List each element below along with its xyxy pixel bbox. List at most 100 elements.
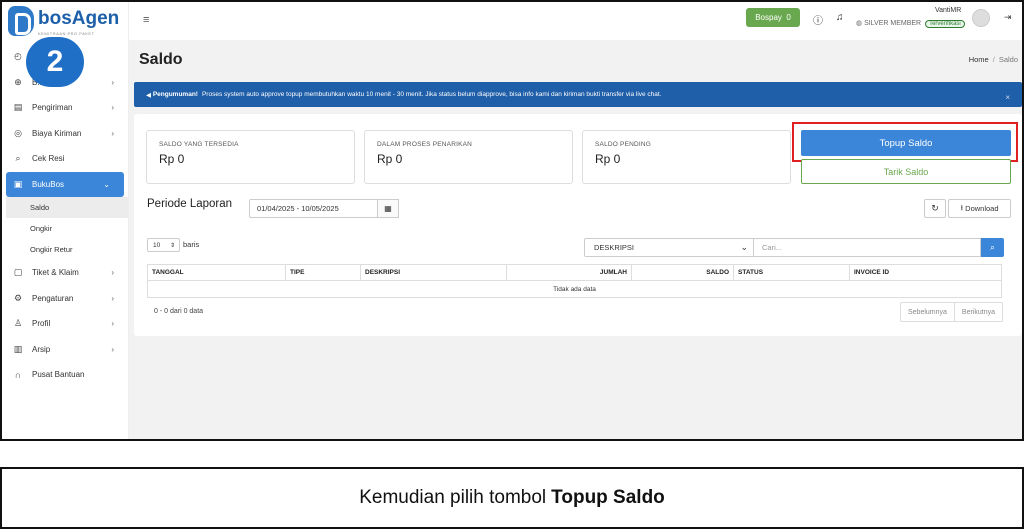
stat-value: Rp 0 bbox=[595, 152, 621, 166]
medal-icon: ◍ bbox=[856, 20, 863, 27]
chevron-right-icon: › bbox=[111, 103, 114, 113]
chevron-right-icon: › bbox=[111, 293, 114, 303]
transactions-table: TANGGAL TIPE DESKRIPSI JUMLAH SALDO STAT… bbox=[147, 264, 1002, 298]
stat-label: SALDO YANG TERSEDIA bbox=[159, 141, 239, 148]
download-button[interactable]: ⭳ Download bbox=[948, 199, 1011, 218]
stat-label: SALDO PENDING bbox=[595, 141, 652, 148]
bell-icon[interactable]: ♫ bbox=[836, 12, 844, 23]
search-input[interactable]: Cari... bbox=[754, 238, 981, 257]
highlight-box bbox=[792, 122, 1018, 162]
dashboard-icon: ◴ bbox=[14, 51, 22, 62]
instruction-caption: Kemudian pilih tombol Topup Saldo bbox=[0, 467, 1024, 529]
chevron-down-icon: ⌄ bbox=[740, 242, 748, 252]
filter-selected: DESKRIPSI bbox=[594, 243, 635, 252]
sidebar-nav: ◴ ⊕ B... › ▤ Pengiriman › ◎ Biaya Kirima… bbox=[2, 44, 128, 388]
chevron-down-icon: ⌄ bbox=[103, 179, 110, 189]
step-number-badge: 2 bbox=[26, 37, 84, 87]
stat-value: Rp 0 bbox=[159, 152, 185, 166]
prev-page-button[interactable]: Sebelumnya bbox=[901, 303, 955, 321]
chevron-right-icon: › bbox=[111, 319, 114, 329]
column-header[interactable]: SALDO bbox=[632, 265, 734, 280]
brand-tagline: KEMITRAAN PRO PAKET bbox=[38, 31, 95, 36]
sidebar-item-label: Tiket & Klaim bbox=[32, 268, 79, 278]
refresh-button[interactable]: ↻ bbox=[924, 199, 946, 218]
sidebar-item-pengaturan[interactable]: ⚙ Pengaturan › bbox=[2, 286, 128, 312]
tarik-saldo-button[interactable]: Tarik Saldo bbox=[801, 159, 1011, 184]
page-title: Saldo bbox=[139, 51, 183, 68]
download-label: Download bbox=[965, 204, 999, 213]
periode-label: Periode Laporan bbox=[147, 198, 233, 210]
per-page-value: 10 bbox=[153, 241, 161, 249]
bospay-button[interactable]: Bospay 0 bbox=[746, 8, 800, 27]
sidebar-item-label: Pengiriman bbox=[32, 103, 73, 113]
breadcrumb: Home / Saldo bbox=[969, 55, 1018, 64]
sidebar-item-pengiriman[interactable]: ▤ Pengiriman › bbox=[2, 95, 128, 121]
verified-badge: Terverifikasi bbox=[925, 20, 965, 28]
chevron-right-icon: › bbox=[111, 268, 114, 278]
stat-saldo-pending: SALDO PENDING Rp 0 bbox=[582, 130, 791, 184]
member-level-label: SILVER MEMBER bbox=[864, 20, 922, 27]
chevron-right-icon: › bbox=[111, 344, 114, 354]
search-icon: ⌕ bbox=[15, 153, 21, 164]
search-button[interactable]: ⌕ bbox=[981, 238, 1004, 257]
close-icon[interactable]: × bbox=[1005, 93, 1010, 102]
megaphone-icon: ◀ bbox=[146, 91, 151, 99]
avatar[interactable] bbox=[972, 9, 990, 27]
caption-text: Kemudian pilih tombol bbox=[359, 487, 547, 508]
ticket-icon: ▢ bbox=[13, 267, 23, 278]
sidebar-item-arsip[interactable]: ▥ Arsip › bbox=[2, 337, 128, 363]
date-range-input[interactable]: 01/04/2025 - 10/05/2025 bbox=[249, 199, 378, 218]
chevron-right-icon: › bbox=[111, 77, 114, 87]
caption-bold: Topup Saldo bbox=[551, 487, 665, 508]
filter-select[interactable]: DESKRIPSI ⌄ bbox=[584, 238, 754, 257]
sidebar-item-cek-resi[interactable]: ⌕ Cek Resi bbox=[2, 146, 128, 172]
download-icon: ⭳ bbox=[960, 203, 964, 212]
sidebar-item-label: Pengaturan bbox=[32, 293, 74, 303]
sidebar-subitem-saldo[interactable]: Saldo bbox=[6, 197, 128, 218]
stat-saldo-tersedia: SALDO YANG TERSEDIA Rp 0 bbox=[146, 130, 355, 184]
brand-logo[interactable]: bosAgen KEMITRAAN PRO PAKET bbox=[8, 6, 126, 36]
user-name: VantiMR bbox=[935, 7, 962, 14]
topbar: ≡ Bospay 0 ⓘ ♫ VantiMR ◍ SILVER MEMBER T… bbox=[129, 2, 1022, 40]
data-count: 0 - 0 dari 0 data bbox=[154, 308, 204, 315]
announcement-banner: ◀ Pengumuman! Proses system auto approve… bbox=[134, 82, 1022, 107]
hamburger-menu-icon[interactable]: ≡ bbox=[143, 14, 149, 26]
calendar-icon[interactable]: ▦ bbox=[378, 199, 399, 218]
logout-icon[interactable]: ⇥ bbox=[1004, 12, 1012, 23]
bospay-value: 0 bbox=[786, 13, 791, 22]
sidebar-item-label: Arsip bbox=[32, 344, 51, 354]
breadcrumb-current: Saldo bbox=[998, 55, 1018, 64]
column-header[interactable]: TANGGAL bbox=[148, 265, 286, 280]
logo-mark-icon bbox=[8, 6, 34, 36]
stat-label: DALAM PROSES PENARIKAN bbox=[377, 141, 473, 148]
column-header[interactable]: DESKRIPSI bbox=[361, 265, 507, 280]
column-header[interactable]: INVOICE ID bbox=[850, 265, 1001, 280]
breadcrumb-home[interactable]: Home bbox=[969, 55, 989, 64]
next-page-button[interactable]: Berikutnya bbox=[955, 303, 1002, 321]
sidebar-item-label: BukuBos bbox=[32, 179, 65, 189]
announcement-label: Pengumuman! bbox=[152, 91, 198, 98]
sidebar-item-label: Cek Resi bbox=[32, 154, 65, 164]
sidebar-item-profil[interactable]: ♙ Profil › bbox=[2, 311, 128, 337]
column-header[interactable]: TIPE bbox=[286, 265, 361, 280]
wallet-icon: ▣ bbox=[13, 178, 23, 189]
refresh-icon: ↻ bbox=[931, 203, 939, 213]
sidebar-item-label: Biaya Kiriman bbox=[32, 128, 82, 138]
column-header[interactable]: JUMLAH bbox=[507, 265, 632, 280]
app-frame: bosAgen KEMITRAAN PRO PAKET ◴ ⊕ B... › ▤… bbox=[0, 0, 1024, 441]
sidebar-subitem-ongkir[interactable]: Ongkir bbox=[2, 218, 128, 239]
sidebar-item-bukubos[interactable]: ▣ BukuBos ⌄ bbox=[6, 171, 124, 197]
sidebar-subitem-ongkir-retur[interactable]: Ongkir Retur bbox=[2, 239, 128, 260]
sidebar-item-label: Pusat Bantuan bbox=[32, 370, 85, 380]
sidebar-item-label: Profil bbox=[32, 319, 51, 329]
per-page-select[interactable]: 10 ⇕ bbox=[147, 238, 180, 252]
announcement-text: Proses system auto approve topup membutu… bbox=[201, 91, 662, 98]
sidebar-item-biaya-kiriman[interactable]: ◎ Biaya Kiriman › bbox=[2, 121, 128, 147]
tag-icon: ◎ bbox=[14, 127, 22, 138]
column-header[interactable]: STATUS bbox=[734, 265, 850, 280]
info-icon[interactable]: ⓘ bbox=[813, 12, 823, 27]
archive-icon: ▥ bbox=[13, 343, 23, 354]
sidebar-item-tiket-klaim[interactable]: ▢ Tiket & Klaim › bbox=[2, 260, 128, 286]
sidebar-item-pusat-bantuan[interactable]: ∩ Pusat Bantuan bbox=[2, 362, 128, 388]
chevron-right-icon: › bbox=[111, 128, 114, 138]
